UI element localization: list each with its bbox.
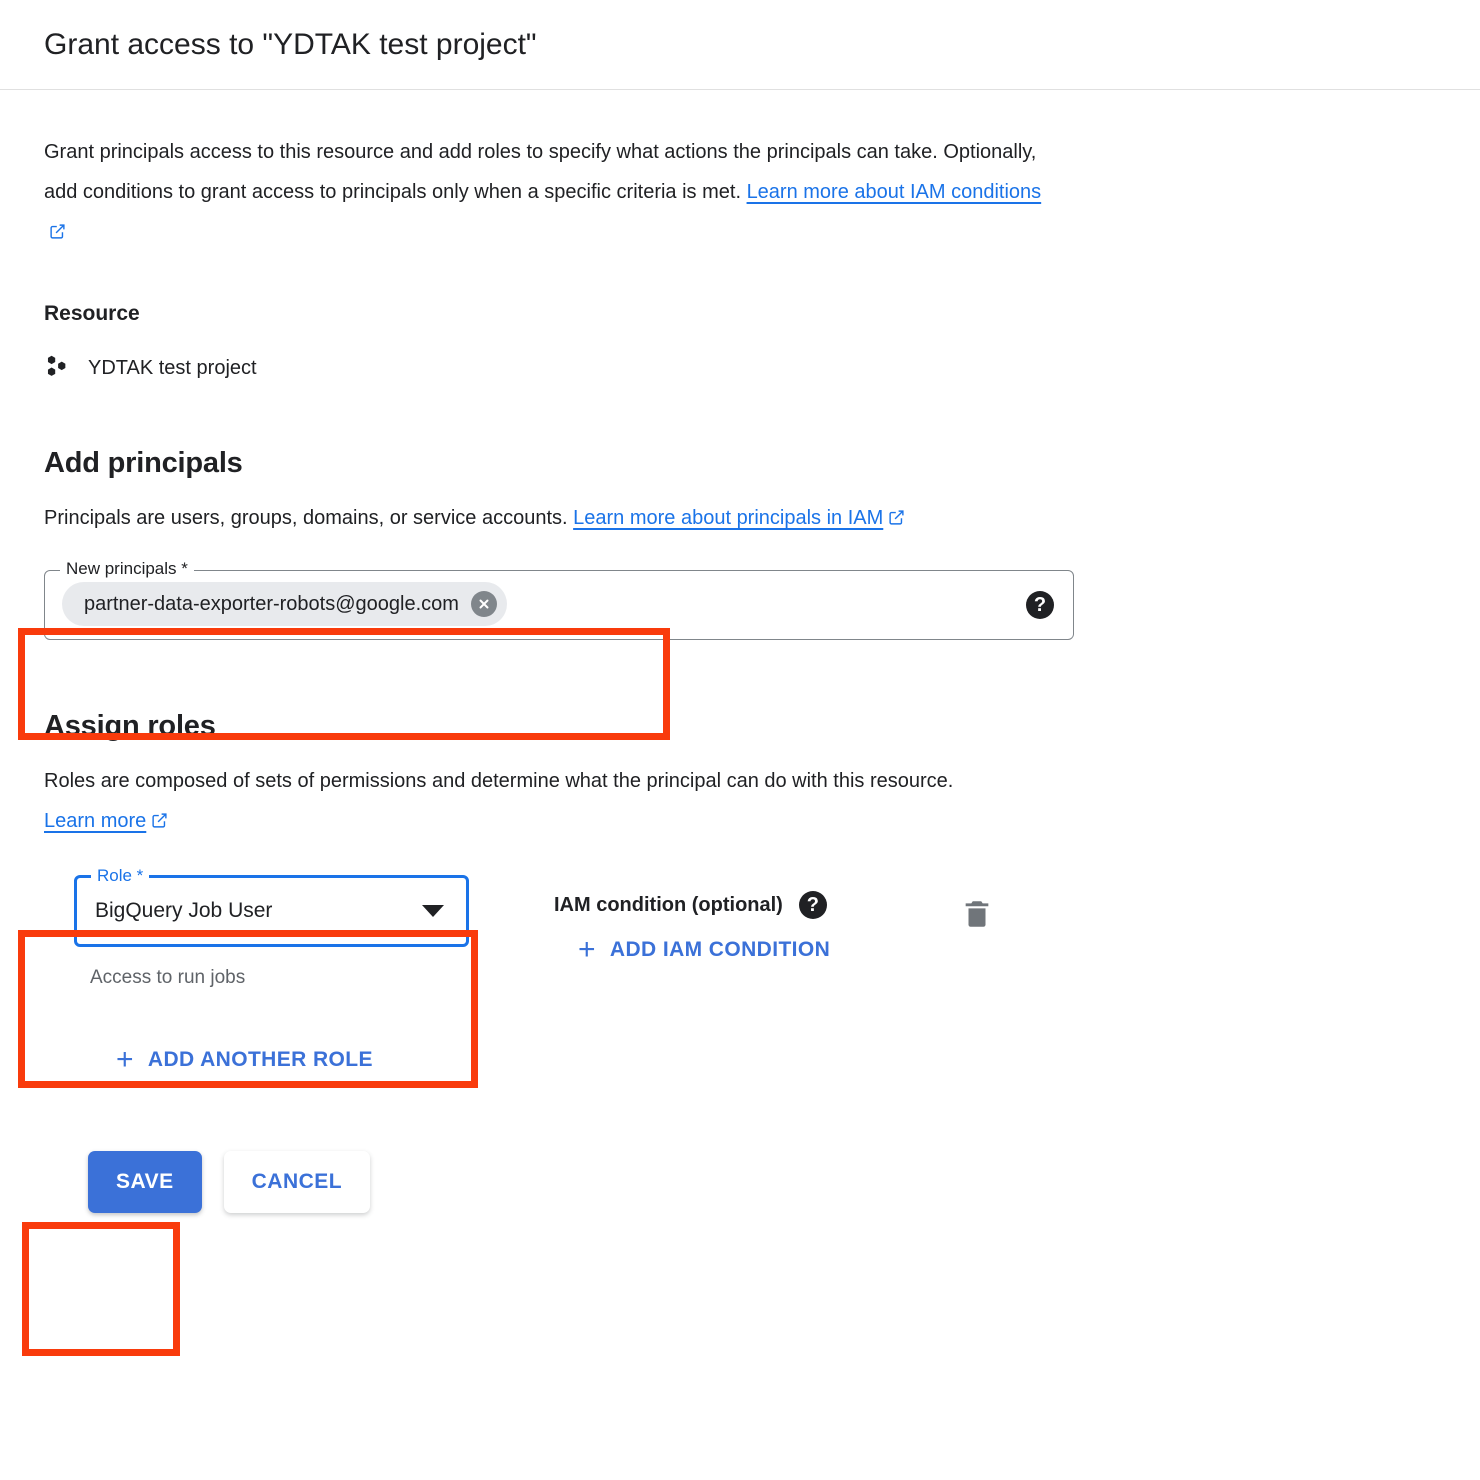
principals-help-icon-wrap[interactable]: ?	[1026, 591, 1054, 619]
add-principals-heading: Add principals	[44, 447, 243, 479]
add-iam-condition-button[interactable]: + ADD IAM CONDITION	[578, 935, 830, 965]
assign-roles-heading: Assign roles	[44, 710, 216, 742]
principals-description: Principals are users, groups, domains, o…	[44, 498, 1054, 540]
learn-more-iam-conditions-label: Learn more about IAM conditions	[746, 181, 1042, 203]
learn-more-iam-conditions-link[interactable]: Learn more about IAM conditions	[747, 181, 1042, 203]
new-principals-field[interactable]: New principals * partner-data-exporter-r…	[44, 559, 1074, 640]
principal-chip[interactable]: partner-data-exporter-robots@google.com	[62, 582, 507, 626]
intro-paragraph: Grant principals access to this resource…	[44, 132, 1054, 254]
chevron-down-icon[interactable]	[422, 905, 444, 917]
help-icon[interactable]: ?	[798, 891, 827, 919]
principals-description-text: Principals are users, groups, domains, o…	[44, 507, 574, 529]
role-select[interactable]: Role * BigQuery Job User	[74, 865, 469, 947]
external-link-icon	[151, 803, 168, 843]
iam-condition-label: IAM condition (optional)	[554, 893, 783, 916]
close-circle-icon[interactable]	[470, 591, 497, 617]
page-title: Grant access to "YDTAK test project"	[44, 27, 537, 61]
add-iam-condition-label: ADD IAM CONDITION	[609, 938, 831, 961]
role-label: Role *	[91, 865, 150, 887]
annotation-box-save-button	[22, 1222, 180, 1356]
roles-description: Roles are composed of sets of permission…	[44, 761, 1054, 843]
dialog-actions: SAVE CANCEL	[66, 1151, 1436, 1213]
new-principals-label: New principals *	[60, 559, 194, 579]
plus-icon: +	[578, 933, 596, 966]
external-link-icon	[888, 500, 905, 540]
principal-chip-label: partner-data-exporter-robots@google.com	[84, 592, 459, 615]
role-field: Role * BigQuery Job User Access to run j…	[74, 865, 469, 989]
roles-description-text: Roles are composed of sets of permission…	[44, 770, 954, 792]
trash-icon[interactable]	[960, 901, 994, 935]
add-principals-section: Add principals Principals are users, gro…	[44, 447, 1436, 640]
help-icon[interactable]: ?	[1026, 591, 1054, 619]
project-hexagons-icon	[44, 352, 72, 385]
add-another-role-label: ADD ANOTHER ROLE	[147, 1048, 373, 1071]
cancel-button[interactable]: CANCEL	[223, 1151, 371, 1213]
add-another-role-button[interactable]: + ADD ANOTHER ROLE	[116, 1045, 373, 1075]
resource-name: YDTAK test project	[88, 357, 257, 379]
role-entry-row: Role * BigQuery Job User Access to run j…	[44, 865, 1436, 989]
save-button[interactable]: SAVE	[88, 1151, 202, 1213]
resource-heading: Resource	[44, 302, 140, 325]
dialog-body: Grant principals access to this resource…	[0, 90, 1480, 1213]
plus-icon: +	[116, 1043, 134, 1076]
iam-condition-column: IAM condition (optional) ? + ADD IAM CON…	[554, 875, 830, 965]
learn-more-roles-label: Learn more	[44, 810, 147, 832]
resource-row: YDTAK test project	[44, 352, 1436, 385]
dialog-header: Grant access to "YDTAK test project"	[0, 0, 1480, 90]
iam-condition-label-row: IAM condition (optional) ?	[554, 891, 830, 919]
delete-role-column	[960, 875, 994, 936]
learn-more-roles-link[interactable]: Learn more	[44, 810, 146, 832]
external-link-icon	[49, 214, 66, 254]
role-hint-text: Access to run jobs	[90, 967, 246, 988]
assign-roles-section: Assign roles Roles are composed of sets …	[44, 710, 1436, 1075]
learn-more-principals-label: Learn more about principals in IAM	[573, 507, 884, 529]
learn-more-principals-link[interactable]: Learn more about principals in IAM	[573, 507, 883, 529]
role-selected-value: BigQuery Job User	[95, 899, 273, 922]
